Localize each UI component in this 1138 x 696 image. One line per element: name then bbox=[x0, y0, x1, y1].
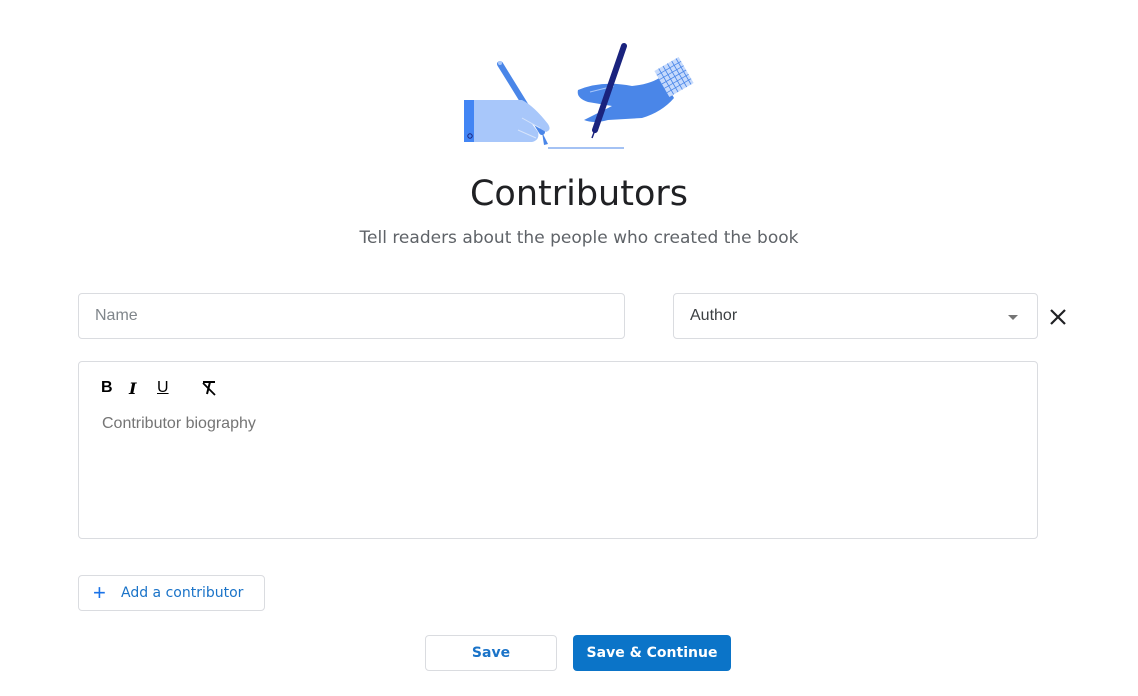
bold-button[interactable]: B bbox=[101, 378, 129, 398]
add-contributor-label: Add a contributor bbox=[121, 585, 244, 601]
page-title: Contributors bbox=[469, 174, 689, 214]
role-select[interactable]: Author bbox=[673, 293, 1038, 339]
biography-editor[interactable]: B I U Contributor biography bbox=[78, 361, 1038, 539]
name-field-container bbox=[78, 293, 625, 339]
biography-placeholder: Contributor biography bbox=[102, 415, 256, 432]
plus-icon: + bbox=[93, 580, 106, 605]
name-input[interactable] bbox=[79, 294, 624, 338]
close-icon[interactable] bbox=[1047, 306, 1069, 328]
add-contributor-button[interactable]: + Add a contributor bbox=[78, 575, 265, 611]
clear-formatting-icon[interactable] bbox=[199, 378, 219, 398]
dropdown-arrow-icon bbox=[1008, 315, 1018, 320]
italic-button[interactable]: I bbox=[129, 378, 157, 398]
save-button[interactable]: Save bbox=[425, 635, 557, 671]
role-select-value: Author bbox=[690, 307, 738, 324]
hands-writing-illustration bbox=[464, 43, 694, 149]
underline-button[interactable]: U bbox=[157, 378, 185, 398]
formatting-toolbar: B I U bbox=[101, 378, 219, 398]
save-and-continue-button[interactable]: Save & Continue bbox=[573, 635, 731, 671]
page-subtitle: Tell readers about the people who create… bbox=[359, 228, 799, 248]
